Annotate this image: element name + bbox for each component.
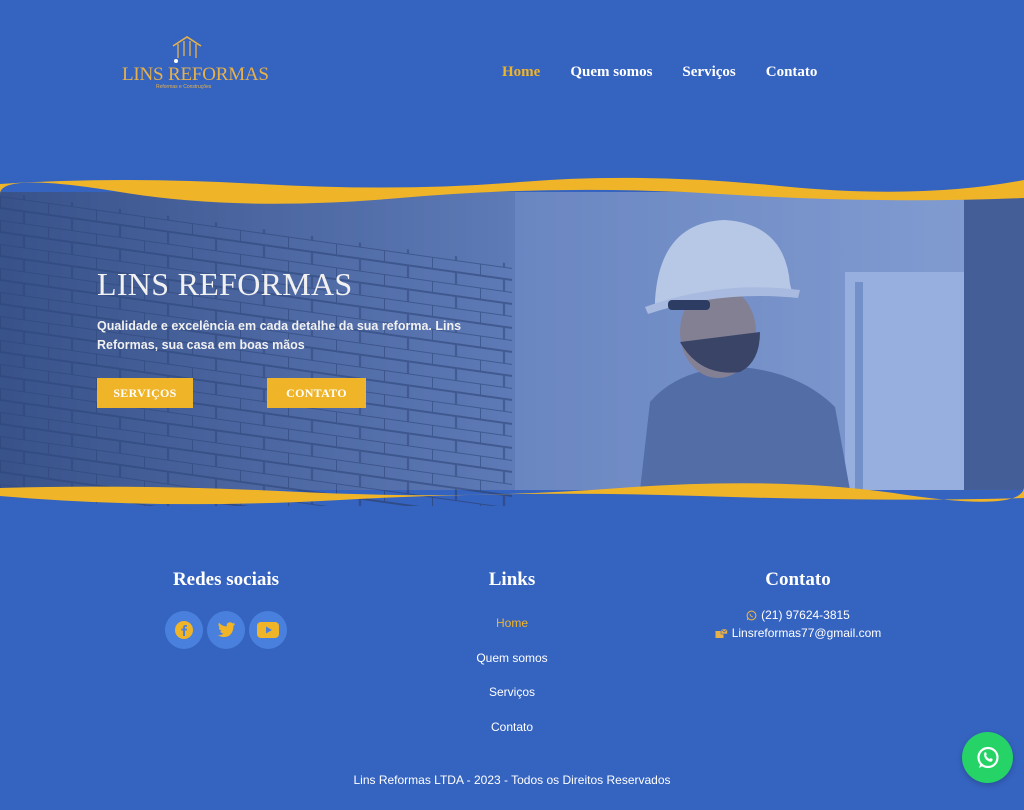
twitter-icon [217, 622, 236, 637]
email-text: Linsreformas77@gmail.com [731, 626, 882, 640]
whatsapp-float-button[interactable] [962, 732, 1013, 783]
phone-text: (21) 97624-3815 [761, 608, 850, 622]
hero-subtitle: Qualidade e excelência em cada detalhe d… [97, 319, 462, 352]
contact-email[interactable]: Linsreformas77@gmail.com [698, 624, 898, 642]
social-title: Redes sociais [172, 569, 280, 590]
social-links [165, 611, 291, 649]
nav-quem-somos[interactable]: Quem somos [570, 64, 652, 81]
facebook-icon [175, 621, 193, 639]
twitter-button[interactable] [207, 611, 245, 649]
contact-title: Contato [765, 569, 831, 590]
whatsapp-icon [976, 746, 999, 768]
nav-contato[interactable]: Contato [766, 64, 818, 81]
footer-link-contato[interactable]: Contato [412, 719, 612, 754]
footer-link-home[interactable]: Home [412, 615, 612, 650]
logo[interactable]: LINS REFORMAS Reformas e Construções [122, 34, 269, 94]
footer-link-quem-somos[interactable]: Quem somos [412, 650, 612, 685]
logo-text: LINS REFORMAS [122, 64, 269, 85]
facebook-button[interactable] [165, 611, 203, 649]
logo-subtext: Reformas e Construções [156, 84, 212, 90]
nav-servicos[interactable]: Serviços [682, 64, 735, 81]
nav-home[interactable]: Home [502, 64, 540, 81]
hero-title: LINS REFORMAS [97, 266, 353, 302]
main-nav: Home Quem somos Serviços Contato [502, 64, 847, 81]
footer-links: Home Quem somos Serviços Contato [412, 615, 612, 753]
contact-info: (21) 97624-3815 Linsreformas77@gmail.com [698, 606, 898, 642]
house-logo-icon [172, 36, 202, 63]
mail-icon [715, 628, 728, 638]
links-title: Links [488, 569, 536, 590]
contact-phone[interactable]: (21) 97624-3815 [698, 606, 898, 624]
contato-button[interactable]: CONTATO [267, 378, 366, 408]
youtube-button[interactable] [249, 611, 287, 649]
footer-link-servicos[interactable]: Serviços [412, 684, 612, 719]
whatsapp-small-icon [746, 610, 757, 620]
copyright-text: Lins Reformas LTDA - 2023 - Todos os Dir… [353, 773, 671, 787]
servicos-button[interactable]: SERVIÇOS [97, 378, 193, 408]
youtube-icon [257, 622, 279, 638]
